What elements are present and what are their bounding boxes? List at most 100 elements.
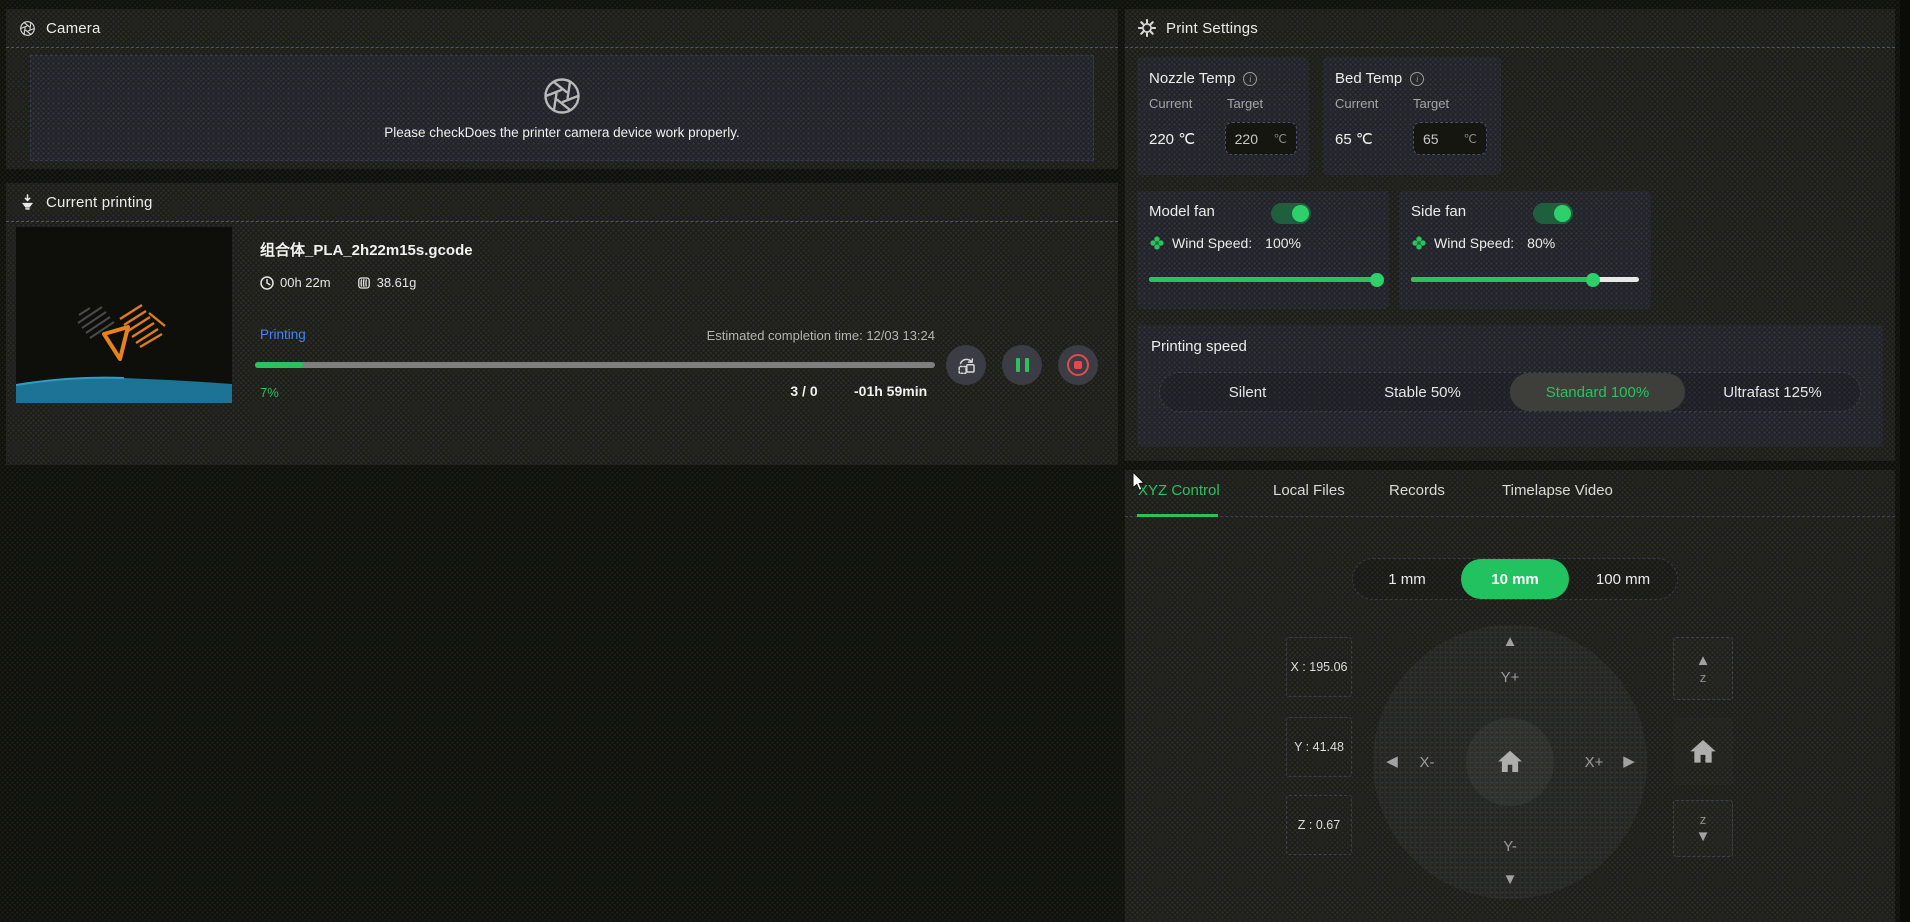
current-printing-title: Current printing	[46, 194, 153, 211]
clock-icon	[260, 276, 274, 290]
nozzle-target-label: Target	[1227, 96, 1263, 111]
camera-placeholder: Please checkDoes the printer camera devi…	[30, 55, 1094, 161]
print-weight-item: 38.61g	[357, 275, 417, 290]
filament-spool-icon	[357, 276, 371, 290]
home-icon	[1495, 747, 1525, 777]
camera-aperture-icon-large	[542, 76, 582, 116]
side-fan-wind-label: Wind Speed:	[1434, 235, 1514, 251]
z-home-button[interactable]	[1673, 718, 1733, 785]
gear-icon	[1138, 19, 1156, 37]
z-down-arrow-icon: ▼	[1696, 829, 1711, 844]
x-coordinate-display: X : 195.06	[1286, 637, 1352, 697]
info-icon[interactable]: i	[1410, 72, 1424, 86]
camera-panel: Camera Please checkDoes the printer came…	[6, 9, 1118, 169]
camera-panel-title: Camera	[46, 20, 101, 37]
print-duration-item: 00h 22m	[260, 275, 331, 290]
nozzle-current-label: Current	[1149, 96, 1227, 111]
printing-speed-card: Printing speed Silent Stable 50% Standar…	[1137, 325, 1883, 447]
bed-target-input[interactable]: 65 ℃	[1413, 122, 1487, 155]
tab-timelapse-video[interactable]: Timelapse Video	[1502, 482, 1613, 499]
nozzle-target-value: 220	[1235, 131, 1258, 147]
bed-current-label: Current	[1335, 96, 1413, 111]
camera-aperture-icon	[19, 20, 36, 37]
x-minus-label: X-	[1407, 754, 1447, 771]
model-fan-wind-value: 100%	[1265, 235, 1301, 251]
nozzle-target-input[interactable]: 220 ℃	[1225, 122, 1297, 155]
print-progress-bar	[255, 362, 935, 368]
x-plus-arrow-button[interactable]: ▶	[1617, 754, 1641, 769]
model-fan-thumb[interactable]	[1370, 273, 1384, 287]
z-down-label: z	[1700, 813, 1707, 826]
model-fan-toggle[interactable]	[1271, 203, 1311, 224]
bed-temp-label: Bed Temp	[1335, 70, 1402, 87]
nozzle-target-unit: ℃	[1274, 132, 1287, 146]
model-fan-label: Model fan	[1149, 203, 1215, 220]
z-down-button[interactable]: z ▼	[1673, 800, 1733, 857]
z-up-button[interactable]: ▲ z	[1673, 637, 1733, 700]
print-duration: 00h 22m	[280, 275, 331, 290]
fan-icon	[1411, 235, 1427, 251]
bed-target-label: Target	[1413, 96, 1449, 111]
print-pieces-count: 3 / 0	[754, 383, 854, 399]
print-settings-title: Print Settings	[1166, 20, 1258, 37]
tab-xyz-control[interactable]: XYZ Control	[1138, 482, 1220, 499]
step-size-selector: 1 mm 10 mm 100 mm	[1352, 558, 1678, 600]
speed-option-stable[interactable]: Stable 50%	[1335, 373, 1510, 411]
change-plate-button[interactable]	[946, 345, 986, 385]
pause-button[interactable]	[1002, 345, 1042, 385]
camera-error-message: Please checkDoes the printer camera devi…	[384, 125, 739, 140]
info-icon[interactable]: i	[1243, 72, 1257, 86]
xy-home-button[interactable]	[1466, 718, 1554, 806]
tab-local-files[interactable]: Local Files	[1273, 482, 1345, 499]
page-scrollbar[interactable]	[1900, 0, 1910, 922]
step-1mm[interactable]: 1 mm	[1353, 559, 1461, 599]
stop-icon	[1067, 354, 1089, 376]
fan-icon	[1149, 235, 1165, 251]
speed-option-standard[interactable]: Standard 100%	[1510, 373, 1685, 411]
bed-current-value: 65 ℃	[1335, 130, 1413, 148]
print-progress-fill	[255, 362, 303, 368]
current-printing-divider	[6, 221, 1118, 222]
bed-target-unit: ℃	[1464, 132, 1477, 146]
home-icon	[1687, 736, 1719, 768]
printing-speed-segment: Silent Stable 50% Standard 100% Ultrafas…	[1159, 372, 1861, 412]
x-plus-label: X+	[1574, 754, 1614, 771]
print-time-remaining: -01h 59min	[854, 383, 927, 399]
side-fan-fill	[1411, 277, 1593, 282]
bed-target-value: 65	[1423, 131, 1439, 147]
y-plus-arrow-button[interactable]: ▲	[1498, 634, 1522, 649]
stop-button[interactable]	[1058, 345, 1098, 385]
speed-option-silent[interactable]: Silent	[1160, 373, 1335, 411]
y-minus-arrow-button[interactable]: ▼	[1498, 872, 1522, 887]
print-settings-divider	[1125, 47, 1895, 48]
y-coordinate-display: Y : 41.48	[1286, 717, 1352, 777]
print-details: 组合体_PLA_2h22m15s.gcode 00h 22m 38.61g	[254, 227, 1108, 465]
speed-option-ultrafast[interactable]: Ultrafast 125%	[1685, 373, 1860, 411]
side-fan-thumb[interactable]	[1586, 273, 1600, 287]
print-meta-row: 00h 22m 38.61g	[260, 275, 416, 290]
estimated-completion-time: Estimated completion time: 12/03 13:24	[254, 328, 935, 343]
z-coordinate-display: Z : 0.67	[1286, 795, 1352, 855]
model-fan-fill	[1149, 277, 1377, 282]
printing-speed-label: Printing speed	[1151, 338, 1869, 355]
current-printing-header: Current printing	[6, 183, 1118, 221]
model-fan-wind-label: Wind Speed:	[1172, 235, 1252, 251]
print-settings-panel: Print Settings Nozzle Temp i Current Tar…	[1125, 9, 1895, 461]
y-minus-label: Y-	[1490, 838, 1530, 855]
step-10mm[interactable]: 10 mm	[1461, 559, 1569, 599]
x-minus-arrow-button[interactable]: ◀	[1380, 754, 1404, 769]
side-fan-toggle[interactable]	[1533, 203, 1573, 224]
tab-records[interactable]: Records	[1389, 482, 1445, 499]
print-progress-percent: 7%	[260, 385, 279, 400]
camera-header-divider	[6, 47, 1118, 48]
side-fan-slider[interactable]	[1411, 277, 1639, 282]
side-fan-label: Side fan	[1411, 203, 1466, 220]
nozzle-temp-label: Nozzle Temp	[1149, 70, 1235, 87]
print-weight: 38.61g	[377, 275, 417, 290]
step-100mm[interactable]: 100 mm	[1569, 559, 1677, 599]
model-fan-slider[interactable]	[1149, 277, 1377, 282]
model-fan-card: Model fan Wind Speed: 100%	[1137, 191, 1389, 309]
side-fan-wind-value: 80%	[1527, 235, 1555, 251]
tabs-divider	[1125, 516, 1895, 517]
z-up-arrow-icon: ▲	[1696, 653, 1711, 668]
